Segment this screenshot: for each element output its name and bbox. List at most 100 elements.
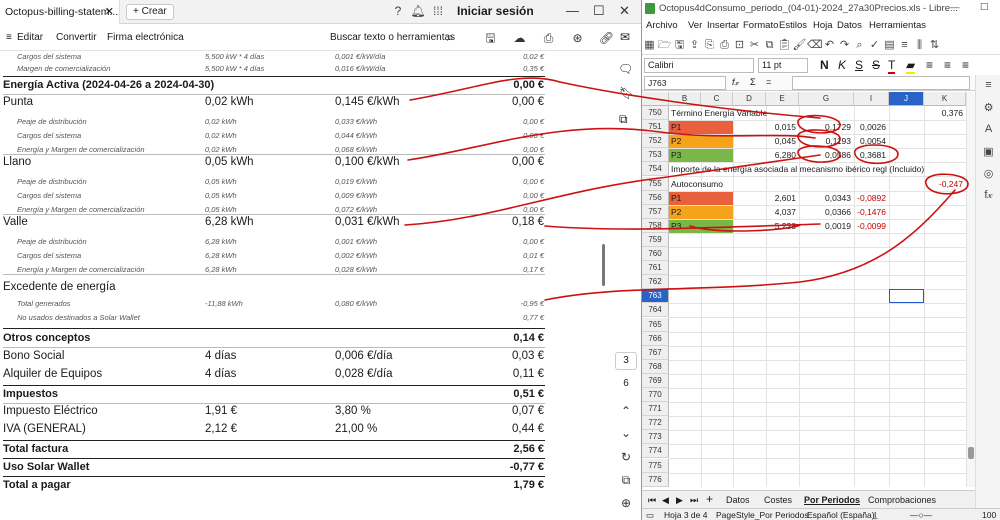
status-zoom[interactable]: 100 (982, 510, 996, 520)
sidebar-menu-icon[interactable]: ≡ (976, 75, 1000, 97)
mail-icon[interactable]: ✉ (620, 30, 630, 44)
ai-search-icon[interactable]: ⊛ (563, 31, 592, 45)
cell-G752[interactable]: 0,1193 (799, 134, 851, 148)
cell-B753[interactable]: P3 (671, 148, 681, 162)
clone-icon[interactable]: 🖌︎ (792, 38, 807, 51)
select-all-corner[interactable] (642, 92, 669, 106)
sheet-tab-2[interactable]: Por Periodos (804, 495, 860, 505)
menu-item-2[interactable]: Insertar (707, 20, 739, 31)
column-header[interactable]: E (766, 92, 799, 106)
row-header[interactable]: 764 (642, 303, 669, 318)
column-header[interactable]: K (924, 92, 966, 106)
row-header[interactable]: 753 (642, 148, 669, 163)
row-header[interactable]: 762 (642, 275, 669, 290)
column-header[interactable]: D (733, 92, 766, 106)
italic-icon[interactable]: K (838, 58, 846, 72)
align-left-icon[interactable]: ≡ (926, 58, 933, 72)
row-header[interactable]: 773 (642, 430, 669, 445)
save-icon[interactable]: 🖫︎ (672, 36, 687, 55)
row-header[interactable]: 767 (642, 345, 669, 360)
menu-item-3[interactable]: Formato (743, 20, 778, 31)
row-header[interactable]: 754 (642, 162, 669, 177)
grid-icon[interactable]: ▤ (882, 38, 897, 51)
sort-icon[interactable]: ⇅ (927, 38, 942, 51)
cell-E751[interactable]: 0,015 (766, 120, 796, 134)
cell-I757[interactable]: -0,1476 (854, 205, 886, 219)
window-close-icon[interactable]: ✕ (619, 3, 630, 19)
copy-page-icon[interactable]: ⧉ (615, 473, 637, 488)
clear-icon[interactable]: ⌫ (807, 38, 823, 51)
row-header[interactable]: 776 (642, 472, 669, 487)
column-header[interactable]: G (799, 92, 854, 106)
cell-E752[interactable]: 0,045 (766, 134, 796, 148)
cell-G758[interactable]: 0,0019 (799, 219, 851, 233)
column-header[interactable]: B (669, 92, 701, 106)
cell-G756[interactable]: 0,0343 (799, 191, 851, 205)
cell-G753[interactable]: 0,0586 (799, 148, 851, 162)
row-header[interactable]: 775 (642, 458, 669, 473)
zoom-in-icon[interactable]: ⊕ (615, 496, 637, 510)
column-header[interactable]: C (701, 92, 733, 106)
underline-icon[interactable]: S (855, 58, 863, 72)
close-tab-icon[interactable]: ✕ (105, 5, 114, 18)
row-header[interactable]: 761 (642, 261, 669, 276)
cell-grid[interactable]: B C D E G I J K 750 751 752 753 754 755 756 757 758 759 76… (642, 92, 975, 487)
cell-E753[interactable]: 6,280 (766, 148, 796, 162)
cols-icon[interactable]: ⫼ (912, 39, 927, 52)
comment-icon[interactable]: 🗨︎ (618, 62, 633, 76)
gallery-icon[interactable]: ▣ (976, 141, 1000, 163)
row-header[interactable]: 770 (642, 388, 669, 402)
row-header[interactable]: 774 (642, 444, 669, 459)
prev-sheet-icon[interactable]: ◀ (662, 495, 669, 506)
menu-item-4[interactable]: Estilos (779, 20, 807, 31)
cut-icon[interactable]: ✂ (747, 38, 762, 51)
add-sheet-icon[interactable]: + (706, 492, 713, 506)
search-tools-text[interactable]: Buscar texto o herramientas (330, 32, 455, 43)
align-center-icon[interactable]: ≡ (944, 58, 951, 72)
copy-icon[interactable]: ⧉ (762, 39, 777, 52)
spelling-icon[interactable]: ✓ (867, 38, 882, 51)
row-header[interactable]: 771 (642, 402, 669, 417)
menu-item-7[interactable]: Herramientas (869, 20, 926, 31)
maximize-icon[interactable]: ☐ (980, 2, 989, 13)
row-header[interactable]: 772 (642, 416, 669, 431)
cell-I751[interactable]: 0,0026 (854, 120, 886, 134)
sum-icon[interactable]: Σ (750, 77, 756, 87)
row-header[interactable]: 759 (642, 232, 669, 247)
open-icon[interactable]: 🗁︎ (657, 36, 672, 55)
row-header[interactable]: 766 (642, 331, 669, 346)
cell-I758[interactable]: -0,0099 (854, 219, 886, 233)
page-up-icon[interactable]: ⌃ (615, 404, 637, 418)
search-icon[interactable]: ⌕ (447, 30, 454, 45)
row-header[interactable]: 752 (642, 134, 669, 149)
document-tab[interactable]: Octopus-billing-statem... ✕ (0, 0, 120, 24)
row-header[interactable]: 765 (642, 317, 669, 332)
menu-item-1[interactable]: Ver (688, 20, 702, 31)
table-icon[interactable]: ▦ (642, 38, 657, 51)
navigator-icon[interactable]: ◎ (976, 163, 1000, 185)
minimize-icon[interactable]: — (566, 3, 579, 18)
column-header[interactable]: I (854, 92, 889, 106)
paste-icon[interactable]: 📋︎ (777, 38, 792, 51)
row-header[interactable]: 750 (642, 106, 669, 120)
cell-E757[interactable]: 4,037 (766, 205, 796, 219)
page-down-icon[interactable]: ⌄ (615, 426, 637, 440)
minimize-icon[interactable]: — (950, 2, 960, 13)
cell-K750[interactable]: 0,376 (924, 106, 963, 120)
cell-G751[interactable]: 0,1729 (799, 120, 851, 134)
hamburger-icon[interactable]: ≡ (6, 32, 12, 43)
highlight-icon[interactable]: ▰ (906, 58, 916, 74)
cell-B755[interactable]: Autoconsumo (671, 177, 723, 191)
cell-G757[interactable]: 0,0366 (799, 205, 851, 219)
first-sheet-icon[interactable]: ⏮ (648, 495, 656, 506)
row-header[interactable]: 768 (642, 359, 669, 374)
functions-icon[interactable]: f𝓍 (976, 185, 1000, 207)
styles-icon[interactable]: A (976, 119, 1000, 141)
edit-menu[interactable]: Editar (17, 32, 43, 43)
pdf-icon[interactable]: ⎘ (702, 39, 717, 52)
name-box[interactable]: J763 (644, 76, 726, 90)
next-sheet-icon[interactable]: ▶ (676, 495, 683, 506)
cell-I752[interactable]: 0,0054 (854, 134, 886, 148)
cell-B754[interactable]: Importe de la energía asociada al mecani… (671, 162, 924, 176)
cell-E756[interactable]: 2,601 (766, 191, 796, 205)
